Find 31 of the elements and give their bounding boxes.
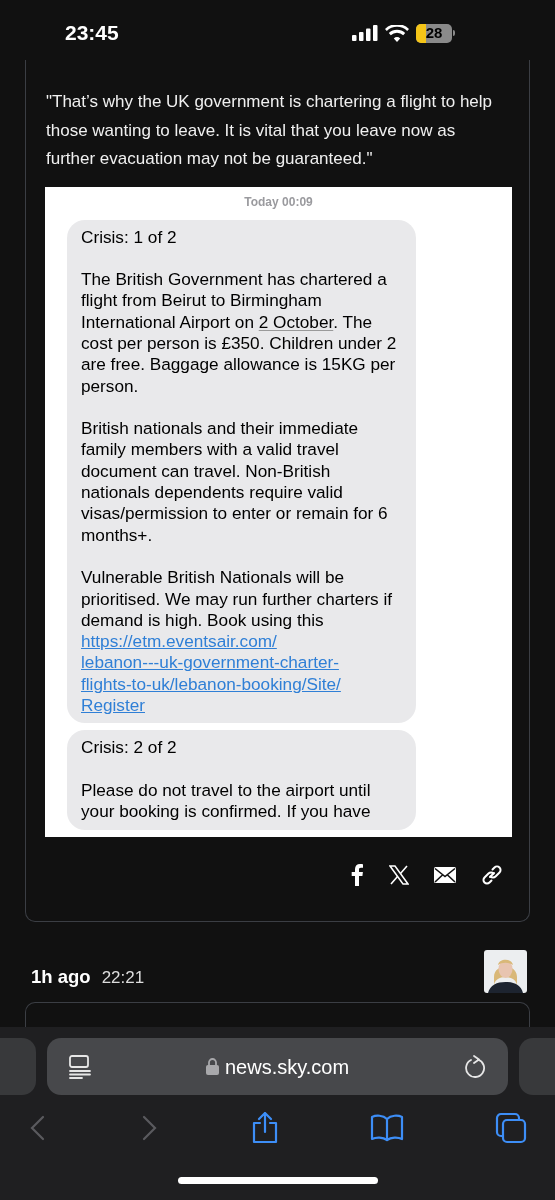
message-text: British nationals and their immediate family members with a valid travel document can travel. Non-British nationals dependents require valid visas/permission to enter or remain for 6 months+. — [81, 418, 389, 546]
quote-text: "That’s why the UK government is chartering a flight to help those wanting to leave. It is vital that you leave now as further evacuation may not be guaranteed." — [46, 91, 494, 170]
message-text: Crisis: 1 of 2 — [81, 226, 178, 248]
x-logo-icon[interactable] — [389, 864, 409, 885]
battery-icon: 28 — [416, 23, 455, 43]
post-time: 22:21 — [101, 967, 145, 990]
date-link[interactable]: 2 October — [258, 311, 334, 332]
email-icon[interactable] — [434, 866, 456, 883]
message-text: The British Government has chartered a flight from Beirut to Birmingham International Airport on 2 October. The cost per person is £350. Children under 2 are free. Baggage allowance is 15KG per person. — [81, 269, 398, 397]
link-icon[interactable] — [481, 863, 503, 886]
wifi-icon — [385, 24, 409, 42]
address-bar[interactable]: news.sky.com — [47, 1038, 508, 1095]
tabs-icon[interactable] — [495, 1112, 527, 1144]
booking-link[interactable]: flights-to-uk/lebanon-booking/Site/ — [81, 673, 341, 696]
booking-link[interactable]: lebanon---uk-government-charter- — [81, 652, 339, 674]
bookmarks-icon[interactable] — [369, 1114, 404, 1142]
share-icon[interactable] — [250, 1112, 279, 1144]
reload-icon[interactable] — [464, 1054, 486, 1079]
message-text: Crisis: 2 of 2 — [81, 737, 178, 759]
lock-icon — [205, 1058, 219, 1075]
url-text: news.sky.com — [224, 1054, 350, 1080]
facebook-icon[interactable] — [350, 863, 364, 886]
booking-link[interactable]: https://etm.eventsair.com/ — [81, 631, 277, 653]
message-text: Vulnerable British Nationals will be prioritised. We may run further charters if demand is high. Book using this https://etm.eventsair.com/ lebanon---uk-government-charter- flights-to-uk/lebanon-booking/Site/ Register — [81, 567, 394, 717]
status-time: 23:45 — [65, 20, 119, 47]
message-timestamp: Today 00:09 — [244, 193, 313, 211]
post-age: 1h ago — [31, 965, 91, 990]
reader-icon[interactable] — [69, 1054, 91, 1079]
booking-link[interactable]: Register — [81, 695, 145, 717]
signal-icon — [352, 25, 378, 41]
message-text: Please do not travel to the airport until your booking is confirmed. If you have — [81, 779, 372, 823]
